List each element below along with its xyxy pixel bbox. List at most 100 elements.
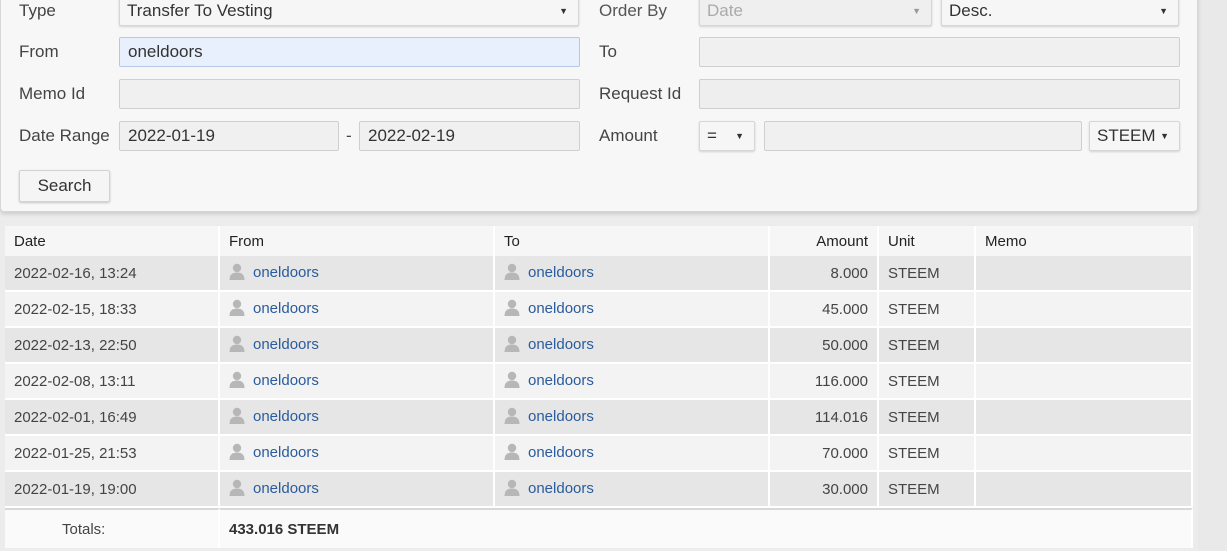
from-label: From [19, 42, 59, 61]
row-from: oneldoors [220, 436, 495, 472]
row-amount: 50.000 [770, 328, 879, 364]
row-to: oneldoors [495, 472, 770, 508]
caret-down-icon: ▼ [559, 6, 568, 16]
row-to: oneldoors [495, 400, 770, 436]
row-unit: STEEM [879, 400, 976, 436]
to-input[interactable] [699, 37, 1180, 67]
search-button[interactable]: Search [19, 170, 110, 202]
row-amount: 116.000 [770, 364, 879, 400]
row-memo [976, 328, 1193, 364]
from-user-link[interactable]: oneldoors [253, 336, 319, 353]
row-to: oneldoors [495, 256, 770, 292]
row-to: oneldoors [495, 436, 770, 472]
row-memo [976, 256, 1193, 292]
row-amount: 8.000 [770, 256, 879, 292]
person-icon [504, 299, 520, 320]
table-row: 2022-01-25, 21:53 oneldoors oneldoors 70… [5, 436, 1193, 472]
amount-label: Amount [599, 126, 658, 145]
caret-down-icon: ▼ [1159, 6, 1168, 16]
totals-value: 433.016 STEEM [220, 508, 1193, 548]
row-memo [976, 292, 1193, 328]
order-by-label: Order By [599, 1, 668, 20]
search-filter-panel: Type Transfer To Vesting ▼ Order By Date… [0, 0, 1198, 212]
to-user-link[interactable]: oneldoors [528, 336, 594, 353]
amount-input[interactable] [764, 121, 1082, 151]
person-icon [504, 371, 520, 392]
person-icon [229, 443, 245, 464]
type-label: Type [19, 1, 56, 20]
from-user-link[interactable]: oneldoors [253, 480, 319, 497]
from-input[interactable]: oneldoors [119, 37, 580, 67]
to-user-link[interactable]: oneldoors [528, 300, 594, 317]
transfers-table: Date From To Amount Unit Memo 2022-02-16… [5, 226, 1193, 548]
row-unit: STEEM [879, 256, 976, 292]
transfers-table-body: 2022-02-16, 13:24 oneldoors oneldoors 8.… [5, 256, 1193, 508]
amount-unit-value: STEEM [1097, 126, 1156, 145]
person-icon [229, 299, 245, 320]
column-header-memo[interactable]: Memo [976, 226, 1193, 256]
to-user-link[interactable]: oneldoors [528, 480, 594, 497]
table-row: 2022-02-16, 13:24 oneldoors oneldoors 8.… [5, 256, 1193, 292]
column-header-to[interactable]: To [495, 226, 770, 256]
row-date: 2022-02-13, 22:50 [5, 328, 220, 364]
amount-unit-select[interactable]: STEEM ▼ [1089, 121, 1180, 151]
date-from-input[interactable]: 2022-01-19 [119, 121, 339, 151]
person-icon [229, 371, 245, 392]
row-amount: 30.000 [770, 472, 879, 508]
row-from: oneldoors [220, 364, 495, 400]
table-row: 2022-01-19, 19:00 oneldoors oneldoors 30… [5, 472, 1193, 508]
row-from: oneldoors [220, 292, 495, 328]
column-header-unit[interactable]: Unit [879, 226, 976, 256]
row-amount: 70.000 [770, 436, 879, 472]
row-unit: STEEM [879, 292, 976, 328]
row-date: 2022-02-08, 13:11 [5, 364, 220, 400]
row-unit: STEEM [879, 328, 976, 364]
caret-down-icon: ▼ [1160, 131, 1169, 141]
person-icon [504, 443, 520, 464]
date-range-label: Date Range [19, 126, 110, 145]
column-header-amount[interactable]: Amount [770, 226, 879, 256]
column-header-date[interactable]: Date [5, 226, 220, 256]
row-date: 2022-02-16, 13:24 [5, 256, 220, 292]
type-select-value: Transfer To Vesting [127, 1, 273, 20]
row-memo [976, 472, 1193, 508]
request-id-input[interactable] [699, 79, 1180, 109]
order-by-select[interactable]: Date ▼ [699, 0, 932, 26]
order-direction-value: Desc. [949, 1, 993, 20]
person-icon [504, 407, 520, 428]
order-direction-select[interactable]: Desc. ▼ [941, 0, 1179, 26]
totals-row: Totals: 433.016 STEEM [5, 508, 1193, 548]
to-user-link[interactable]: oneldoors [528, 264, 594, 281]
from-user-link[interactable]: oneldoors [253, 444, 319, 461]
memo-id-label: Memo Id [19, 84, 86, 103]
memo-id-input[interactable] [119, 79, 580, 109]
to-user-link[interactable]: oneldoors [528, 444, 594, 461]
date-to-input[interactable]: 2022-02-19 [359, 121, 580, 151]
row-date: 2022-01-25, 21:53 [5, 436, 220, 472]
from-user-link[interactable]: oneldoors [253, 408, 319, 425]
caret-down-icon: ▼ [735, 131, 744, 141]
row-to: oneldoors [495, 328, 770, 364]
person-icon [229, 407, 245, 428]
type-select[interactable]: Transfer To Vesting ▼ [119, 0, 579, 26]
to-user-link[interactable]: oneldoors [528, 372, 594, 389]
row-unit: STEEM [879, 436, 976, 472]
person-icon [504, 263, 520, 284]
person-icon [229, 479, 245, 500]
from-user-link[interactable]: oneldoors [253, 372, 319, 389]
row-memo [976, 364, 1193, 400]
row-from: oneldoors [220, 472, 495, 508]
from-user-link[interactable]: oneldoors [253, 264, 319, 281]
table-row: 2022-02-15, 18:33 oneldoors oneldoors 45… [5, 292, 1193, 328]
to-user-link[interactable]: oneldoors [528, 408, 594, 425]
column-header-from[interactable]: From [220, 226, 495, 256]
row-unit: STEEM [879, 364, 976, 400]
request-id-label: Request Id [599, 84, 682, 103]
row-amount: 45.000 [770, 292, 879, 328]
transfers-table-container: Date From To Amount Unit Memo 2022-02-16… [5, 226, 1193, 548]
from-user-link[interactable]: oneldoors [253, 300, 319, 317]
amount-operator-select[interactable]: = ▼ [699, 121, 755, 151]
row-memo [976, 436, 1193, 472]
row-date: 2022-02-01, 16:49 [5, 400, 220, 436]
row-amount: 114.016 [770, 400, 879, 436]
